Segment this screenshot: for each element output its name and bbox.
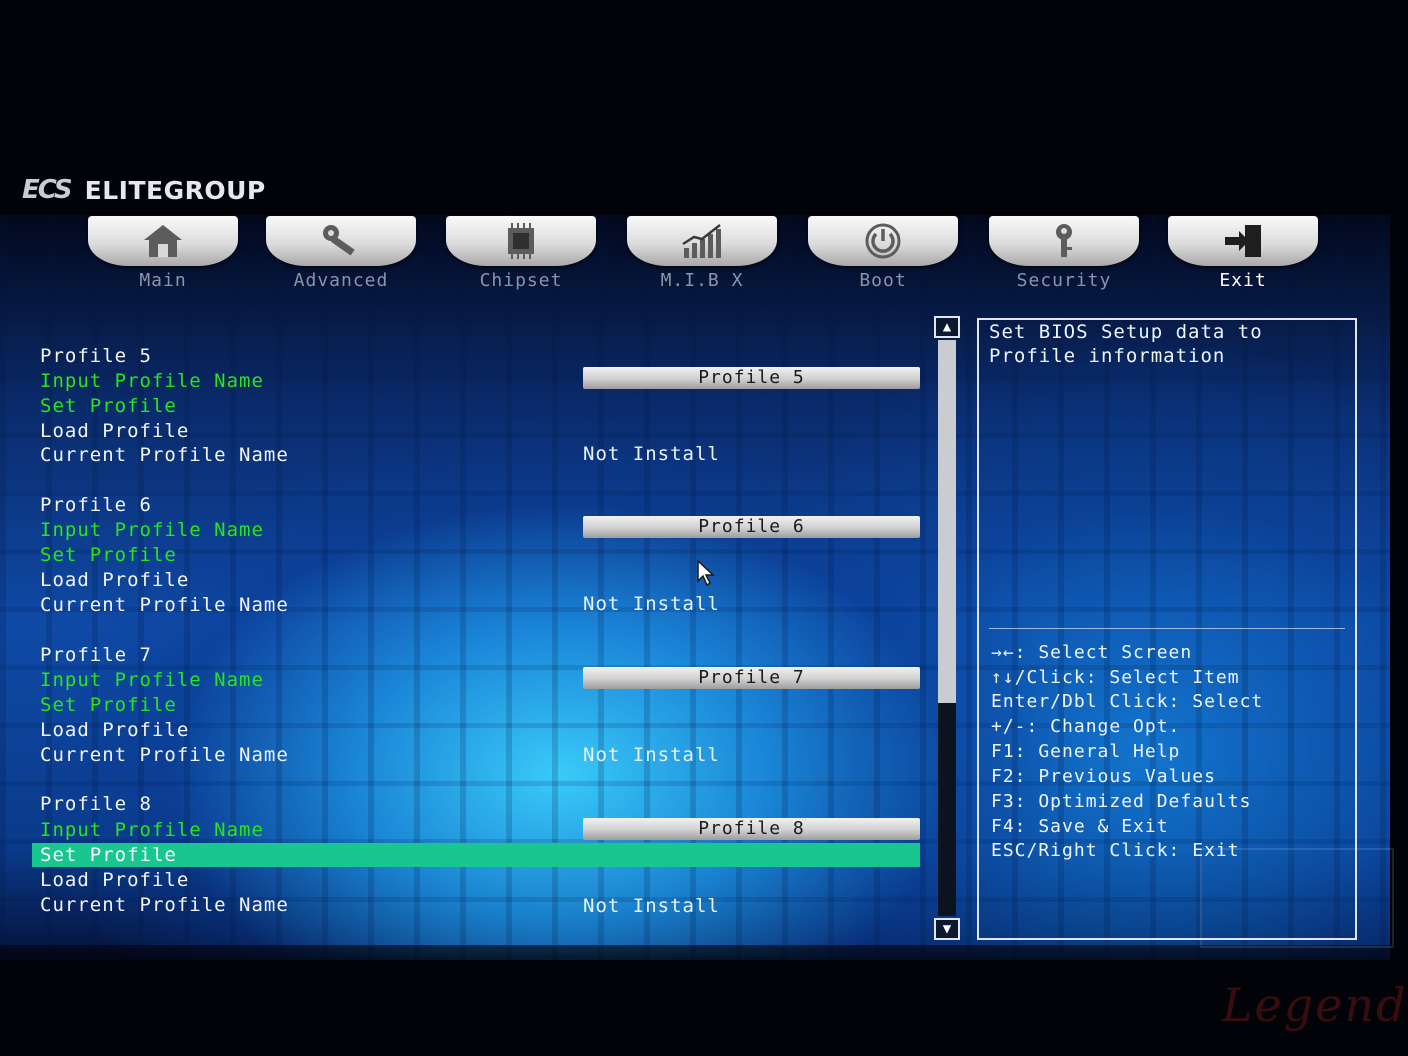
current-profile-8-value: Not Install — [583, 895, 720, 917]
load-profile-6: Load Profile — [40, 569, 190, 591]
profile-8-heading: Profile 8 — [40, 793, 152, 815]
profile-6-heading: Profile 6 — [40, 494, 152, 516]
current-profile-name-8-label: Current Profile Name — [40, 894, 289, 916]
scroll-track[interactable] — [938, 340, 956, 916]
set-profile-5[interactable]: Set Profile — [40, 394, 177, 418]
load-profile-5: Load Profile — [40, 420, 190, 442]
tab-security[interactable]: Security — [984, 216, 1144, 296]
key-hint-select: Enter/Dbl Click: Select — [991, 691, 1264, 712]
key-hint-previous-values: F2: Previous Values — [991, 766, 1216, 787]
tab-exit-label: Exit — [1219, 270, 1267, 291]
input-profile-name-8[interactable]: Input Profile Name — [40, 818, 264, 842]
ecs-logo: ECS — [22, 175, 73, 205]
set-profile-6[interactable]: Set Profile — [40, 543, 177, 567]
current-profile-5-value: Not Install — [583, 443, 720, 465]
key-hint-change-opt: +/-: Change Opt. — [991, 716, 1181, 737]
input-profile-name-5[interactable]: Input Profile Name — [40, 369, 264, 393]
tab-mibx-plate — [627, 216, 777, 266]
tab-boot-label: Boot — [859, 270, 907, 291]
watermark-text: Legend — [1222, 978, 1408, 1032]
watermark-box — [1200, 848, 1394, 948]
current-profile-name-7-label: Current Profile Name — [40, 744, 289, 766]
tab-exit-plate — [1168, 216, 1318, 266]
profile-8-name-field[interactable]: Profile 8 — [583, 818, 920, 840]
set-profile-8-selected[interactable]: Set Profile — [32, 843, 920, 867]
brand-name: ELITEGROUP — [84, 175, 266, 205]
key-hint-select-screen: →←: Select Screen — [991, 642, 1193, 663]
mouse-pointer-icon — [697, 559, 715, 587]
profile-5-heading: Profile 5 — [40, 345, 152, 367]
key-icon — [1056, 224, 1072, 257]
scroll-up-arrow-icon[interactable]: ▲ — [934, 316, 960, 338]
help-divider — [989, 628, 1345, 629]
set-profile-7[interactable]: Set Profile — [40, 693, 177, 717]
profile-7-heading: Profile 7 — [40, 644, 152, 666]
tab-chipset-plate — [446, 216, 596, 266]
tab-advanced-label: Advanced — [293, 270, 389, 291]
profile-6-name-field[interactable]: Profile 6 — [583, 516, 920, 538]
tab-main-plate — [88, 216, 238, 266]
brand-header: ECS ELITEGROUP — [22, 172, 266, 208]
tab-boot-plate — [808, 216, 958, 266]
tab-chipset-label: Chipset — [479, 270, 563, 291]
key-hint-optimized-defaults: F3: Optimized Defaults — [991, 791, 1252, 812]
key-hint-save-exit: F4: Save & Exit — [991, 816, 1169, 837]
tab-chipset[interactable]: Chipset — [441, 216, 601, 296]
tab-mibx[interactable]: M.I.B X — [622, 216, 782, 296]
input-profile-name-6[interactable]: Input Profile Name — [40, 518, 264, 542]
current-profile-name-6-label: Current Profile Name — [40, 594, 289, 616]
help-description-line-2: Profile information — [989, 345, 1226, 367]
key-hint-select-item: ↑↓/Click: Select Item — [991, 667, 1240, 688]
home-icon — [144, 225, 182, 257]
chip-icon — [508, 223, 534, 259]
scrollbar[interactable]: ▲ ▼ — [934, 316, 962, 940]
tab-advanced[interactable]: Advanced — [261, 216, 421, 296]
help-description-line-1: Set BIOS Setup data to — [989, 321, 1263, 343]
bottom-fade — [0, 945, 1408, 1056]
profile-5-name-field[interactable]: Profile 5 — [583, 367, 920, 389]
help-panel: Set BIOS Setup data to Profile informati… — [977, 318, 1357, 940]
current-profile-7-value: Not Install — [583, 744, 720, 766]
load-profile-8: Load Profile — [40, 869, 190, 891]
scroll-thumb[interactable] — [938, 340, 956, 703]
tab-boot[interactable]: Boot — [803, 216, 963, 296]
scroll-down-arrow-icon[interactable]: ▼ — [934, 918, 960, 940]
tab-security-label: Security — [1016, 270, 1112, 291]
tab-exit[interactable]: Exit — [1163, 216, 1323, 296]
current-profile-6-value: Not Install — [583, 593, 720, 615]
current-profile-name-5-label: Current Profile Name — [40, 444, 289, 466]
load-profile-7: Load Profile — [40, 719, 190, 741]
wrench-icon — [323, 225, 355, 256]
exit-door-icon — [1225, 225, 1261, 257]
performance-chart-icon — [682, 224, 721, 258]
power-icon — [865, 223, 901, 259]
tab-security-plate — [989, 216, 1139, 266]
tab-mibx-label: M.I.B X — [660, 270, 744, 291]
tab-advanced-plate — [266, 216, 416, 266]
profile-7-name-field[interactable]: Profile 7 — [583, 667, 920, 689]
tab-main-label: Main — [139, 270, 187, 291]
input-profile-name-7[interactable]: Input Profile Name — [40, 668, 264, 692]
key-hint-general-help: F1: General Help — [991, 741, 1181, 762]
bios-screen: ECS ELITEGROUP Main Advanced Chipset M.I… — [0, 0, 1408, 1056]
tab-main[interactable]: Main — [83, 216, 243, 296]
